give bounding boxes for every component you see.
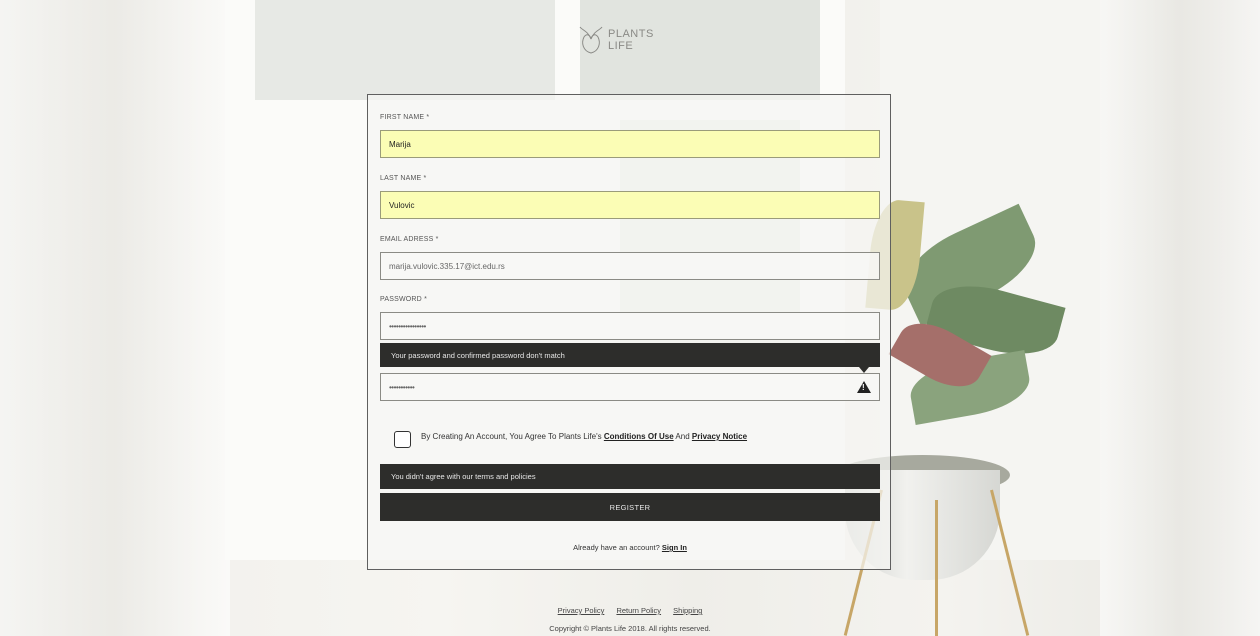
first-name-label: FIRST NAME * [380,114,430,121]
terms-error-text: You didn't agree with our terms and poli… [391,472,536,481]
password-input[interactable]: •••••••••••••••• [380,312,880,340]
terms-error-message: You didn't agree with our terms and poli… [380,464,880,489]
site-logo[interactable]: PLANTS LIFE [578,25,654,55]
terms-and: And [675,432,690,441]
last-name-input[interactable]: Vulovic [380,191,880,219]
confirm-password-value: ••••••••••• [389,382,415,392]
terms-prefix: By Creating An Account, You Agree To Pla… [421,432,602,441]
sign-in-prompt: Already have an account? Sign In [368,543,892,552]
password-mismatch-tooltip: Your password and confirmed password don… [380,343,880,367]
window-pane [255,0,555,100]
logo-line1: PLANTS [608,28,654,40]
confirm-password-input[interactable]: ••••••••••• ! [380,373,880,401]
register-card: FIRST NAME * Marija LAST NAME * Vulovic … [367,94,891,570]
copyright: Copyright © Plants Life 2018. All rights… [549,624,711,633]
plant-logo-icon [579,26,603,54]
return-policy-link[interactable]: Return Policy [616,606,661,615]
email-label: EMAIL ADRESS * [380,236,439,243]
footer-links: Privacy Policy Return Policy Shipping [0,606,1260,615]
password-label: PASSWORD * [380,296,427,303]
conditions-of-use-link[interactable]: Conditions Of Use [604,432,674,441]
privacy-notice-link[interactable]: Privacy Notice [692,432,747,441]
terms-checkbox[interactable] [394,431,411,448]
last-name-label: LAST NAME * [380,175,427,182]
logo-text: PLANTS LIFE [608,28,654,52]
password-error-text: Your password and confirmed password don… [391,350,565,360]
warning-icon: ! [857,381,871,393]
logo-line2: LIFE [608,40,634,52]
curtain-right [1100,0,1260,636]
stand-leg [935,500,938,636]
already-text: Already have an account? [573,543,660,552]
curtain-left [0,0,230,636]
privacy-policy-link[interactable]: Privacy Policy [558,606,605,615]
terms-text: By Creating An Account, You Agree To Pla… [421,432,747,441]
sign-in-link[interactable]: Sign In [662,543,687,552]
first-name-input[interactable]: Marija [380,130,880,158]
shipping-link[interactable]: Shipping [673,606,702,615]
register-button[interactable]: REGISTER [380,493,880,521]
email-input[interactable]: marija.vulovic.335.17@ict.edu.rs [380,252,880,280]
